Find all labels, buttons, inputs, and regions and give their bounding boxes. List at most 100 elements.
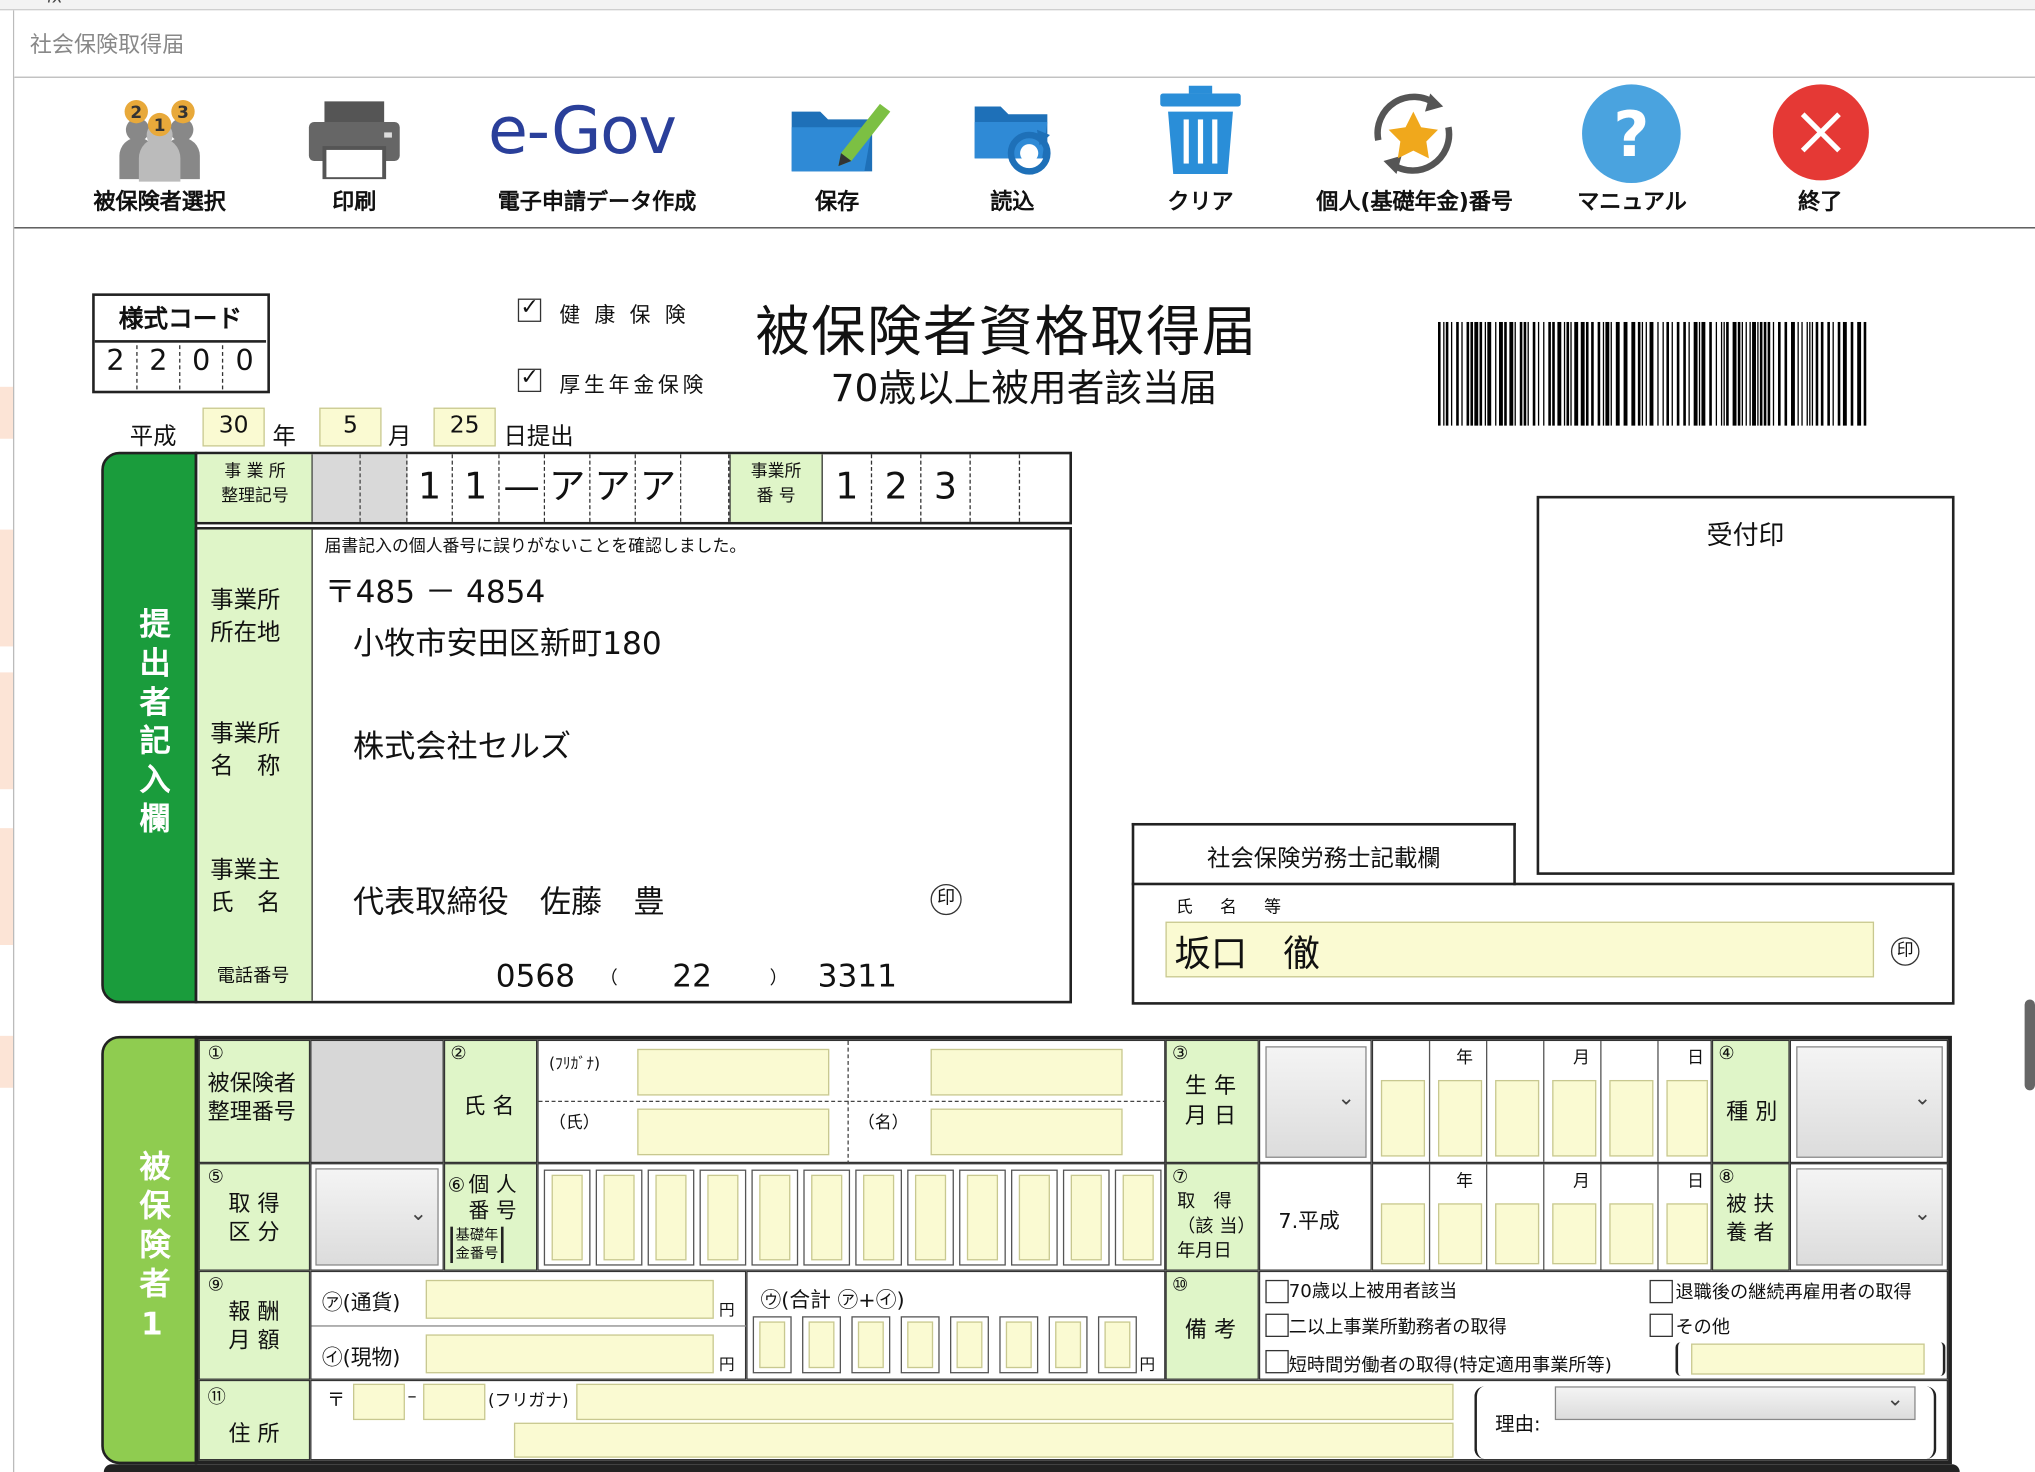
reason-select[interactable]	[1554, 1386, 1916, 1421]
load-button[interactable]: 読込	[954, 80, 1071, 225]
surname-input[interactable]	[637, 1108, 830, 1156]
salary-total-digit-input[interactable]	[759, 1321, 786, 1369]
date-digit-input[interactable]	[1437, 1079, 1483, 1157]
remark-rehire-checkbox[interactable]	[1649, 1279, 1673, 1304]
office-code-char[interactable]: ア	[545, 454, 591, 522]
salary-total-digit-input[interactable]	[857, 1321, 884, 1369]
office-number-char[interactable]	[1020, 454, 1069, 521]
company-name[interactable]: 株式会社セルズ	[353, 720, 571, 765]
salary-kind-input[interactable]	[425, 1334, 714, 1374]
office-number-char[interactable]: 3	[921, 454, 971, 522]
date-digit-input[interactable]	[1609, 1079, 1654, 1157]
submit-day-input[interactable]: 25	[433, 407, 496, 447]
salary-total-digit-input[interactable]	[956, 1321, 983, 1369]
owner-name[interactable]: 代表取締役 佐藤 豊	[353, 876, 664, 921]
dependent-select[interactable]	[1796, 1168, 1943, 1266]
surname-kana-input[interactable]	[637, 1048, 830, 1096]
remark-part-time-checkbox[interactable]	[1265, 1349, 1289, 1374]
personal-number-digit-input[interactable]	[551, 1174, 583, 1261]
month-unit: 月	[388, 423, 412, 451]
personal-number-button[interactable]: 個人(基礎年金)番号	[1298, 80, 1532, 225]
postal-code-first-input[interactable]	[353, 1383, 405, 1421]
trash-icon	[1160, 85, 1241, 174]
remark-other-checkbox[interactable]	[1649, 1313, 1673, 1338]
date-digit-input[interactable]	[1495, 1079, 1540, 1157]
date-digit-input[interactable]	[1552, 1079, 1597, 1157]
salary-total-digit-input[interactable]	[907, 1321, 934, 1369]
health-insurance-label: 健 康 保 険	[559, 302, 690, 328]
submit-month-input[interactable]: 5	[319, 407, 382, 447]
remark-other-input[interactable]	[1691, 1343, 1925, 1375]
egov-button[interactable]: e-Gov 電子申請データ作成	[480, 80, 714, 225]
phone-close-paren: ）	[769, 968, 788, 990]
acquisition-type-select[interactable]	[315, 1168, 439, 1266]
type-select[interactable]	[1796, 1046, 1943, 1158]
date-digit-input[interactable]	[1609, 1203, 1654, 1265]
office-address[interactable]: 小牧市安田区新町180	[353, 618, 662, 663]
remark-multi-office-checkbox[interactable]	[1265, 1313, 1289, 1338]
pension-insurance-checkbox[interactable]: ✓	[517, 365, 542, 393]
print-button[interactable]: 印刷	[296, 80, 413, 225]
select-insured-button[interactable]: 2 1 3 被保険者選択	[75, 80, 244, 225]
office-code-char[interactable]	[312, 454, 361, 522]
phone-area-code[interactable]: 0568	[496, 958, 575, 994]
office-code-char[interactable]	[360, 454, 408, 522]
office-code-char[interactable]: ア	[590, 454, 636, 522]
date-digit-input[interactable]	[1495, 1203, 1540, 1265]
date-digit-input[interactable]	[1437, 1203, 1483, 1265]
date-digit-input[interactable]	[1666, 1203, 1708, 1265]
phone-last[interactable]: 3311	[818, 958, 897, 994]
yen-unit: 円	[718, 1355, 735, 1374]
salary-total-digit-input[interactable]	[1055, 1321, 1082, 1369]
office-number-char[interactable]	[971, 454, 1021, 522]
address-input[interactable]	[513, 1422, 1454, 1458]
given-name-kana-input[interactable]	[930, 1048, 1123, 1096]
office-code-char[interactable]: 1	[407, 454, 453, 522]
office-code-char[interactable]: —	[499, 454, 546, 522]
office-number-char[interactable]: 1	[823, 454, 873, 522]
postal-code-second-input[interactable]	[423, 1383, 486, 1421]
vertical-scrollbar[interactable]	[2024, 999, 2035, 1091]
date-digit-input[interactable]	[1380, 1203, 1426, 1265]
f8-num: ⑧	[1718, 1166, 1735, 1188]
personal-number-digit-input[interactable]	[966, 1174, 999, 1261]
date-digit-input[interactable]	[1552, 1203, 1597, 1265]
personal-number-digit-input[interactable]	[914, 1174, 947, 1261]
office-number-label: 事業所 番 号	[729, 454, 823, 522]
submit-year-input[interactable]: 30	[202, 407, 265, 447]
birth-era-select[interactable]	[1265, 1046, 1367, 1158]
personal-number-digit-input[interactable]	[655, 1174, 687, 1261]
postal-dash: –	[407, 1386, 417, 1408]
postal-code[interactable]: 〒485 － 4854	[324, 566, 545, 611]
personal-number-digit-input[interactable]	[863, 1174, 895, 1261]
manual-button[interactable]: ? マニュアル	[1570, 80, 1693, 225]
phone-middle[interactable]: 22	[672, 958, 712, 994]
office-number-char[interactable]: 2	[872, 454, 922, 522]
given-name-input[interactable]	[930, 1108, 1123, 1156]
personal-number-digit-input[interactable]	[1018, 1174, 1050, 1261]
office-code-char[interactable]: 1	[452, 454, 500, 522]
personal-number-digit-input[interactable]	[707, 1174, 739, 1261]
personal-number-digit-input[interactable]	[759, 1174, 791, 1261]
clear-button[interactable]: クリア	[1142, 80, 1259, 225]
sharoushi-name-input[interactable]: 坂口 徹	[1165, 921, 1875, 978]
personal-number-digit-input[interactable]	[603, 1174, 635, 1261]
salary-total-digit-input[interactable]	[1104, 1321, 1131, 1369]
remark-over70-checkbox[interactable]	[1265, 1279, 1289, 1304]
personal-number-digit-input[interactable]	[811, 1174, 843, 1261]
date-digit-input[interactable]	[1380, 1079, 1426, 1157]
exit-button[interactable]: 終了	[1765, 80, 1875, 225]
date-digit-input[interactable]	[1666, 1079, 1708, 1157]
salary-total-digit-input[interactable]	[808, 1321, 835, 1369]
form-code-box: 様式コード 2 2 0 0	[92, 293, 270, 394]
salary-total-digit-input[interactable]	[1005, 1321, 1032, 1369]
office-code-char[interactable]: ア	[635, 454, 682, 522]
office-code-char[interactable]	[681, 454, 730, 522]
address-kana-input[interactable]	[576, 1383, 1454, 1421]
salary-currency-input[interactable]	[425, 1279, 714, 1319]
save-button[interactable]: 保存	[779, 80, 896, 225]
insured-number-input[interactable]	[310, 1039, 444, 1164]
personal-number-digit-input[interactable]	[1122, 1174, 1154, 1261]
personal-number-digit-input[interactable]	[1070, 1174, 1102, 1261]
health-insurance-checkbox[interactable]: ✓	[517, 295, 542, 322]
